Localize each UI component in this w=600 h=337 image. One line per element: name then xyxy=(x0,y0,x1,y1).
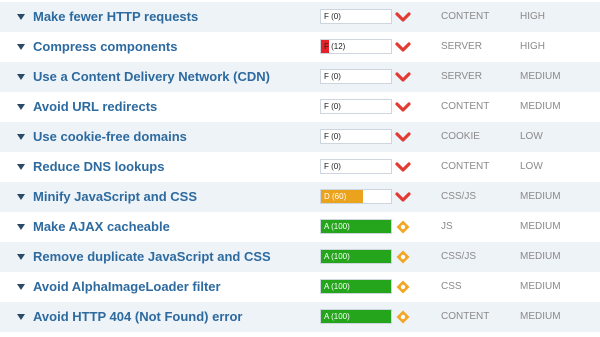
chevron-down-icon xyxy=(395,42,411,52)
rule-name-link[interactable]: Minify JavaScript and CSS xyxy=(33,182,197,212)
priority-label: MEDIUM xyxy=(520,281,561,292)
rule-row[interactable]: Compress components F (12) SERVER HIGH xyxy=(0,32,600,62)
priority-label: MEDIUM xyxy=(520,101,561,112)
rules-list: Make fewer HTTP requests F (0) CONTENT HIGH… xyxy=(0,0,600,337)
category-label: CONTENT xyxy=(441,161,490,172)
grade-label: F (0) xyxy=(324,162,341,171)
rule-name-link[interactable]: Compress components xyxy=(33,32,177,62)
grade-label: F (0) xyxy=(324,102,341,111)
priority-label: MEDIUM xyxy=(520,191,561,202)
rule-row[interactable]: Avoid HTTP 404 (Not Found) error A (100) C… xyxy=(0,302,600,332)
expand-triangle-icon[interactable] xyxy=(17,224,25,230)
grade-label: D (60) xyxy=(324,192,347,201)
grade-bar: F (0) xyxy=(320,129,392,144)
rule-row[interactable]: Use cookie-free domains F (0) COOKIE LOW xyxy=(0,122,600,152)
diamond-icon xyxy=(396,250,410,264)
category-label: COOKIE xyxy=(441,131,480,142)
expand-triangle-icon[interactable] xyxy=(17,134,25,140)
category-label: CONTENT xyxy=(441,311,490,322)
category-label: CONTENT xyxy=(441,11,490,22)
rule-row[interactable]: Make AJAX cacheable A (100) JS MEDIUM xyxy=(0,212,600,242)
rule-row[interactable]: Minify JavaScript and CSS D (60) CSS/JS MED… xyxy=(0,182,600,212)
grade-bar: F (0) xyxy=(320,9,392,24)
category-label: CONTENT xyxy=(441,101,490,112)
grade-bar: A (100) xyxy=(320,249,392,264)
category-label: SERVER xyxy=(441,71,482,82)
rule-row[interactable]: Avoid AlphaImageLoader filter A (100) CSS M… xyxy=(0,272,600,302)
category-label: CSS xyxy=(441,281,462,292)
grade-label: A (100) xyxy=(324,312,350,321)
chevron-down-icon xyxy=(395,12,411,22)
rule-row[interactable]: Remove duplicate JavaScript and CSS A (10… xyxy=(0,242,600,272)
rule-name-link[interactable]: Make AJAX cacheable xyxy=(33,212,170,242)
priority-label: MEDIUM xyxy=(520,71,561,82)
rule-row[interactable]: Reduce DNS lookups F (0) CONTENT LOW xyxy=(0,152,600,182)
priority-label: MEDIUM xyxy=(520,251,561,262)
grade-label: A (100) xyxy=(324,252,350,261)
category-label: JS xyxy=(441,221,453,232)
grade-label: F (12) xyxy=(324,42,346,51)
rule-row[interactable]: Avoid URL redirects F (0) CONTENT MEDIUM xyxy=(0,92,600,122)
expand-triangle-icon[interactable] xyxy=(17,194,25,200)
expand-triangle-icon[interactable] xyxy=(17,314,25,320)
grade-bar: F (0) xyxy=(320,99,392,114)
rule-name-link[interactable]: Avoid URL redirects xyxy=(33,92,157,122)
category-label: SERVER xyxy=(441,41,482,52)
grade-bar: F (0) xyxy=(320,69,392,84)
category-label: CSS/JS xyxy=(441,251,477,262)
rule-name-link[interactable]: Use a Content Delivery Network (CDN) xyxy=(33,62,270,92)
rule-row[interactable]: Use a Content Delivery Network (CDN) F (0… xyxy=(0,62,600,92)
chevron-down-icon xyxy=(395,192,411,202)
rule-row[interactable]: Make fewer HTTP requests F (0) CONTENT HIGH xyxy=(0,2,600,32)
priority-label: HIGH xyxy=(520,11,545,22)
chevron-down-icon xyxy=(395,132,411,142)
grade-label: F (0) xyxy=(324,132,341,141)
grade-bar: A (100) xyxy=(320,219,392,234)
rule-name-link[interactable]: Avoid AlphaImageLoader filter xyxy=(33,272,221,302)
grade-bar: F (12) xyxy=(320,39,392,54)
expand-triangle-icon[interactable] xyxy=(17,164,25,170)
expand-triangle-icon[interactable] xyxy=(17,74,25,80)
priority-label: LOW xyxy=(520,131,543,142)
expand-triangle-icon[interactable] xyxy=(17,104,25,110)
rule-name-link[interactable]: Make fewer HTTP requests xyxy=(33,2,198,32)
grade-label: F (0) xyxy=(324,72,341,81)
expand-triangle-icon[interactable] xyxy=(17,44,25,50)
grade-bar: F (0) xyxy=(320,159,392,174)
chevron-down-icon xyxy=(395,72,411,82)
rule-name-link[interactable]: Use cookie-free domains xyxy=(33,122,187,152)
chevron-down-icon xyxy=(395,102,411,112)
expand-triangle-icon[interactable] xyxy=(17,254,25,260)
diamond-icon xyxy=(396,310,410,324)
priority-label: MEDIUM xyxy=(520,221,561,232)
grade-bar: A (100) xyxy=(320,279,392,294)
expand-triangle-icon[interactable] xyxy=(17,284,25,290)
diamond-icon xyxy=(396,280,410,294)
priority-label: MEDIUM xyxy=(520,311,561,322)
expand-triangle-icon[interactable] xyxy=(17,14,25,20)
grade-label: A (100) xyxy=(324,282,350,291)
chevron-down-icon xyxy=(395,162,411,172)
rule-name-link[interactable]: Reduce DNS lookups xyxy=(33,152,164,182)
priority-label: LOW xyxy=(520,161,543,172)
grade-bar: A (100) xyxy=(320,309,392,324)
priority-label: HIGH xyxy=(520,41,545,52)
category-label: CSS/JS xyxy=(441,191,477,202)
rule-name-link[interactable]: Remove duplicate JavaScript and CSS xyxy=(33,242,271,272)
grade-label: A (100) xyxy=(324,222,350,231)
rule-name-link[interactable]: Avoid HTTP 404 (Not Found) error xyxy=(33,302,242,332)
grade-bar: D (60) xyxy=(320,189,392,204)
diamond-icon xyxy=(396,220,410,234)
grade-label: F (0) xyxy=(324,12,341,21)
